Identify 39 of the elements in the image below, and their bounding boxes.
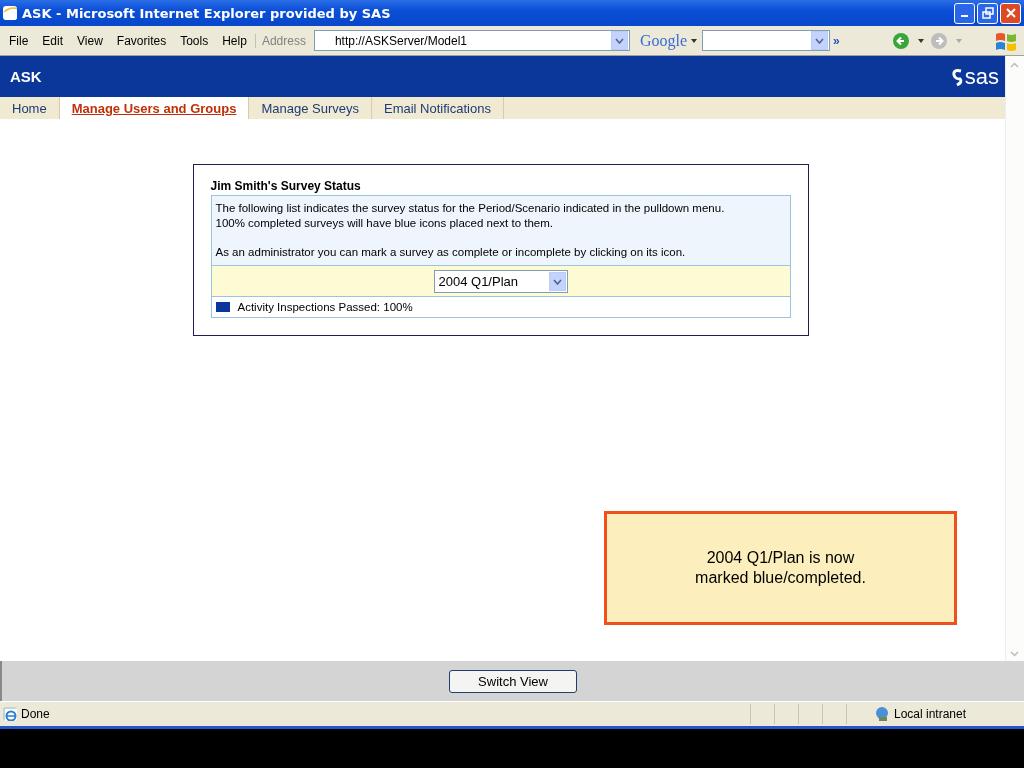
close-icon[interactable] (1004, 7, 1017, 19)
survey-status-icon[interactable] (215, 302, 230, 312)
survey-label: Activity Inspections Passed: 100% (237, 301, 413, 313)
address-label: Address (261, 33, 306, 48)
caret-icon[interactable] (691, 38, 698, 43)
restore-icon[interactable] (981, 7, 994, 19)
minimize-button[interactable] (954, 2, 975, 24)
info-text: The following list indicates the survey status for the Period/Scenario indicated in the pulldown menu. (215, 201, 726, 216)
menu-item[interactable]: Edit (36, 33, 72, 48)
nav-tab[interactable]: Home (0, 97, 60, 119)
logo: sas (948, 63, 999, 90)
callout-text: 2004 Q1/Plan is now (705, 548, 856, 568)
nav-tab[interactable]: Manage Surveys (249, 97, 372, 119)
menu-item[interactable]: Help (216, 33, 255, 48)
app-title: ASK (10, 68, 42, 85)
restore-button[interactable] (977, 2, 998, 24)
search-field[interactable] (702, 30, 831, 51)
menu-item[interactable]: Tools (174, 33, 217, 48)
page-icon (3, 707, 17, 721)
more-tools-button[interactable]: » (833, 33, 840, 48)
callout-text: marked blue/completed. (695, 568, 866, 588)
zone-text: Local intranet (893, 707, 968, 721)
close-button[interactable] (1000, 2, 1021, 24)
menu-item[interactable]: View (71, 33, 111, 48)
info-text: 100% completed surveys will have blue icons placed next to them. (215, 216, 554, 231)
caret-icon[interactable] (917, 38, 924, 43)
status-text: Done (21, 707, 51, 721)
admin-note: As an administrator you can mark a survey as complete or incomplete by clicking on its icon. (215, 245, 687, 260)
nav-tab[interactable]: Manage Users and Groups (59, 97, 250, 119)
menu-item[interactable]: File (3, 33, 37, 48)
nav-tab[interactable]: Email Notifications (371, 97, 504, 119)
menu-item[interactable]: Favorites (110, 33, 175, 48)
period-dropdown[interactable]: 2004 Q1/Plan (433, 270, 568, 293)
google-toolbar-button[interactable]: Google (639, 31, 692, 50)
back-button[interactable] (891, 31, 910, 50)
panel-title: Jim Smith's Survey Status (210, 179, 362, 193)
switch-view-button[interactable]: Switch View (449, 669, 577, 693)
window-title: ASK - Microsoft Internet Explorer provided by SAS (22, 5, 392, 21)
address-field[interactable]: http://ASKServer/Model1 (313, 30, 630, 51)
